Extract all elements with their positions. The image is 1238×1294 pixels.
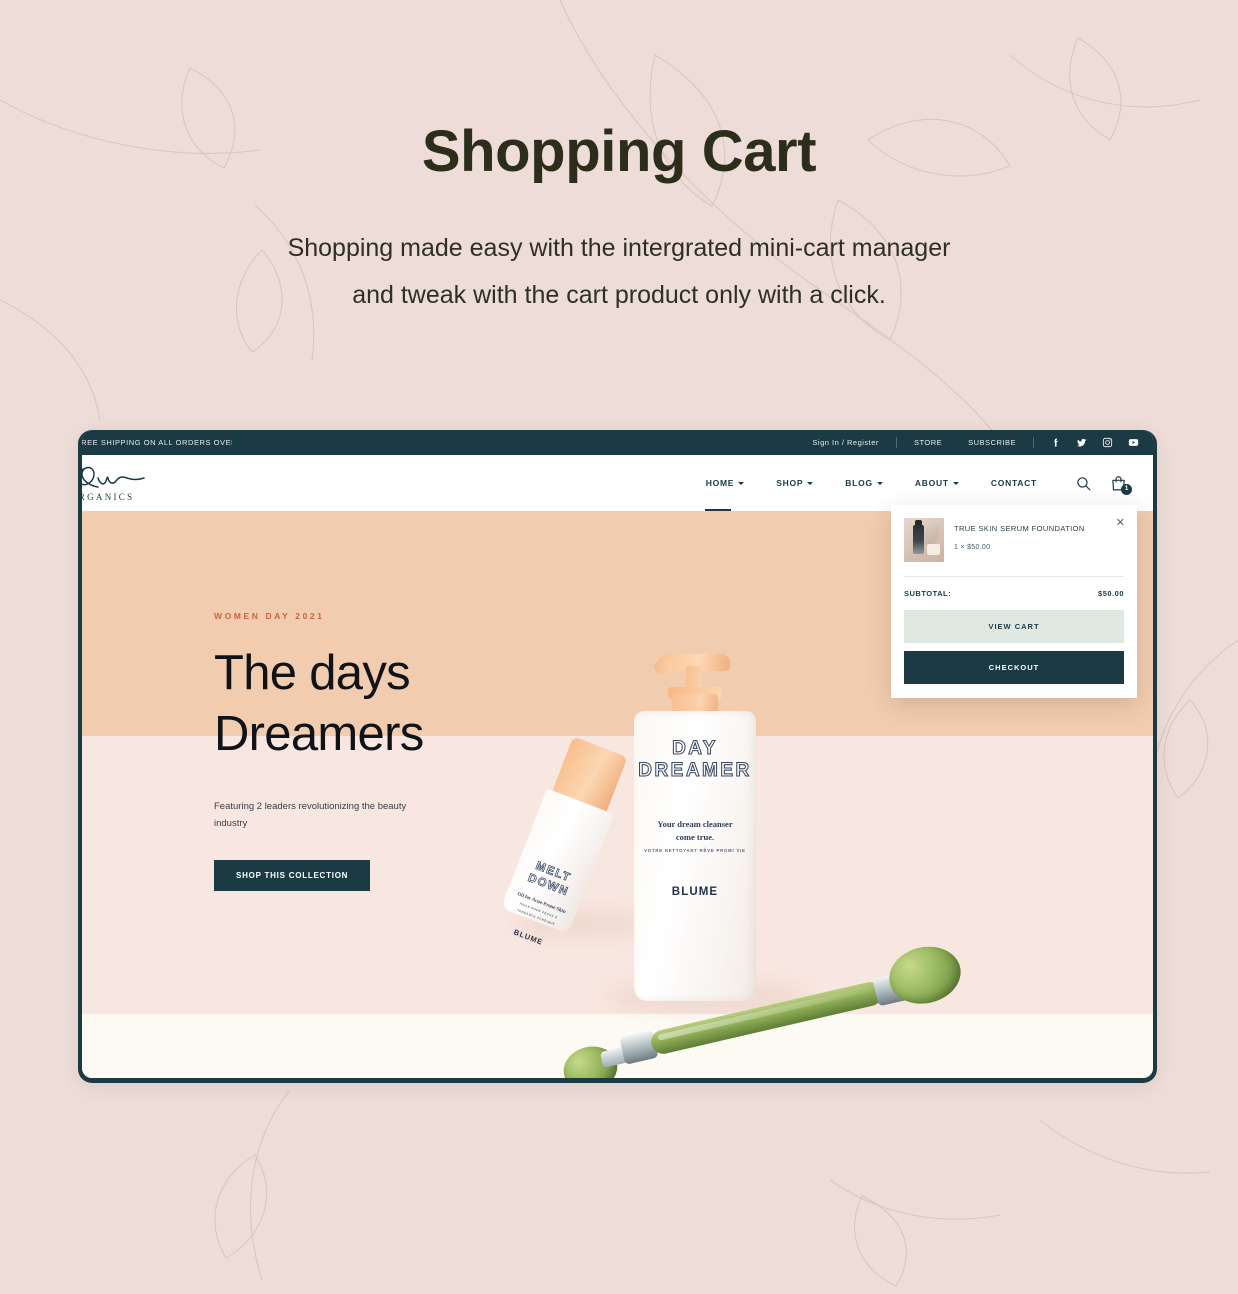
- shop-this-collection-button[interactable]: SHOP THIS COLLECTION: [214, 859, 371, 891]
- chevron-down-icon: [952, 481, 959, 485]
- nav-item-home[interactable]: HOME: [690, 455, 761, 511]
- youtube-icon[interactable]: [1128, 437, 1139, 448]
- day-dreamer-tagline-line-1: Your dream cleanser: [657, 819, 733, 830]
- facebook-icon[interactable]: [1050, 437, 1061, 448]
- product-thumbnail[interactable]: [904, 518, 944, 562]
- store-link[interactable]: STORE: [901, 438, 955, 447]
- site-viewport: FREE SHIPPING ON ALL ORDERS OVER $100 Si…: [82, 430, 1153, 1078]
- search-icon[interactable]: [1075, 475, 1092, 492]
- main-navigation: HOME SHOP BLOG ABOUT CONTACT 1: [690, 455, 1153, 511]
- nav-item-contact[interactable]: CONTACT: [975, 455, 1053, 511]
- chevron-down-icon: [876, 481, 883, 485]
- social-links: [1038, 437, 1139, 448]
- page-subtitle: Shopping made easy with the intergrated …: [0, 225, 1238, 320]
- subscribe-link[interactable]: SUBSCRIBE: [955, 438, 1029, 447]
- sign-in-register-link[interactable]: Sign In / Register: [799, 438, 892, 447]
- nav-label-home: HOME: [705, 478, 735, 488]
- thumbnail-bottle: [913, 525, 924, 554]
- hero-subtext: Featuring 2 leaders revolutionizing the …: [214, 800, 407, 830]
- shopping-bag-icon[interactable]: 1: [1110, 475, 1132, 495]
- site-logo[interactable]: ORGANICS: [82, 465, 164, 502]
- day-dreamer-tagline-line-2: come true.: [675, 831, 715, 842]
- topbar-divider-1: [895, 437, 897, 448]
- page-subtitle-line-1: Shopping made easy with the intergrated …: [287, 233, 951, 262]
- nav-label-contact: CONTACT: [990, 478, 1037, 488]
- product-bottle-day-dreamer: DAY DREAMER Your dream cleanser come tru…: [634, 654, 756, 1001]
- nav-item-shop[interactable]: SHOP: [760, 455, 829, 511]
- nav-item-about[interactable]: ABOUT: [899, 455, 975, 511]
- nav-label-blog: BLOG: [845, 478, 873, 488]
- nav-label-about: ABOUT: [914, 478, 949, 488]
- nav-label-shop: SHOP: [776, 478, 804, 488]
- mini-cart-dropdown: TRUE SKIN SERUM FOUNDATION 1 × $50.00 ✕ …: [891, 505, 1137, 698]
- mini-cart-item-quantity-price: 1 × $50.00: [954, 544, 991, 551]
- mini-cart-item-info: TRUE SKIN SERUM FOUNDATION 1 × $50.00: [954, 518, 1124, 551]
- day-dreamer-name-line-1: DAY: [672, 737, 718, 759]
- header-tools: 1: [1053, 475, 1153, 495]
- pump-nozzle: [654, 661, 672, 673]
- mini-cart-item-row: TRUE SKIN SERUM FOUNDATION 1 × $50.00 ✕: [904, 518, 1125, 562]
- day-dreamer-name-line-2: DREAMER: [638, 760, 752, 782]
- thumbnail-leaf-decor: [925, 524, 939, 545]
- cart-count-badge: 1: [1121, 483, 1132, 495]
- mini-cart-subtotal-row: SUBTOTAL: $50.00: [904, 577, 1124, 610]
- day-dreamer-label: DAY DREAMER Your dream cleanser come tru…: [634, 737, 756, 899]
- subtotal-value: $50.00: [1098, 589, 1124, 598]
- subtotal-label: SUBTOTAL:: [904, 589, 952, 598]
- product-jade-roller: [549, 918, 974, 1078]
- page-subtitle-line-2: and tweak with the cart product only wit…: [352, 281, 886, 310]
- product-bottle-melt-down: MELT DOWN Oil for Acne-Prone Skin HUILE …: [501, 734, 635, 947]
- nav-item-blog[interactable]: BLOG: [829, 455, 899, 511]
- topbar-divider-2: [1033, 437, 1034, 448]
- page-title: Shopping Cart: [421, 119, 817, 184]
- thumbnail-jar: [927, 544, 940, 555]
- view-cart-button[interactable]: VIEW CART: [904, 610, 1124, 643]
- mini-cart-item-name[interactable]: TRUE SKIN SERUM FOUNDATION: [954, 524, 1085, 533]
- close-icon[interactable]: ✕: [1116, 518, 1125, 529]
- site-header: ORGANICS HOME SHOP BLOG ABOUT: [82, 455, 1153, 511]
- day-dreamer-brand: BLUME: [671, 886, 719, 899]
- topbar-right-group: Sign In / Register STORE SUBSCRIBE: [799, 437, 1139, 448]
- page-heading-block: Shopping Cart Shopping made easy with th…: [0, 0, 1238, 320]
- hero-title: The days Dreamers: [214, 643, 514, 765]
- twitter-icon[interactable]: [1076, 437, 1087, 448]
- site-announcement-bar: FREE SHIPPING ON ALL ORDERS OVER $100 Si…: [82, 430, 1153, 455]
- hero-eyebrow: WOMEN DAY 2021: [214, 611, 325, 621]
- logo-script-mark: [82, 466, 145, 488]
- logo-wordmark: ORGANICS: [82, 491, 135, 502]
- hero-copy-block: WOMEN DAY 2021 The days Dreamers Featuri…: [214, 611, 514, 891]
- checkout-button[interactable]: CHECKOUT: [904, 651, 1124, 684]
- hero-title-line-2: Dreamers: [214, 706, 424, 761]
- hero-title-line-1: The days: [214, 646, 411, 700]
- browser-frame: FREE SHIPPING ON ALL ORDERS OVER $100 Si…: [78, 430, 1157, 1083]
- chevron-down-icon: [807, 481, 814, 485]
- roller-handle: [648, 979, 885, 1057]
- day-dreamer-tagline-fr: VOTRE NETTOYANT RÊVE PROMI VIE: [644, 848, 746, 854]
- announcement-text: FREE SHIPPING ON ALL ORDERS OVER $100: [82, 438, 232, 447]
- chevron-down-icon: [738, 481, 745, 485]
- instagram-icon[interactable]: [1102, 437, 1113, 448]
